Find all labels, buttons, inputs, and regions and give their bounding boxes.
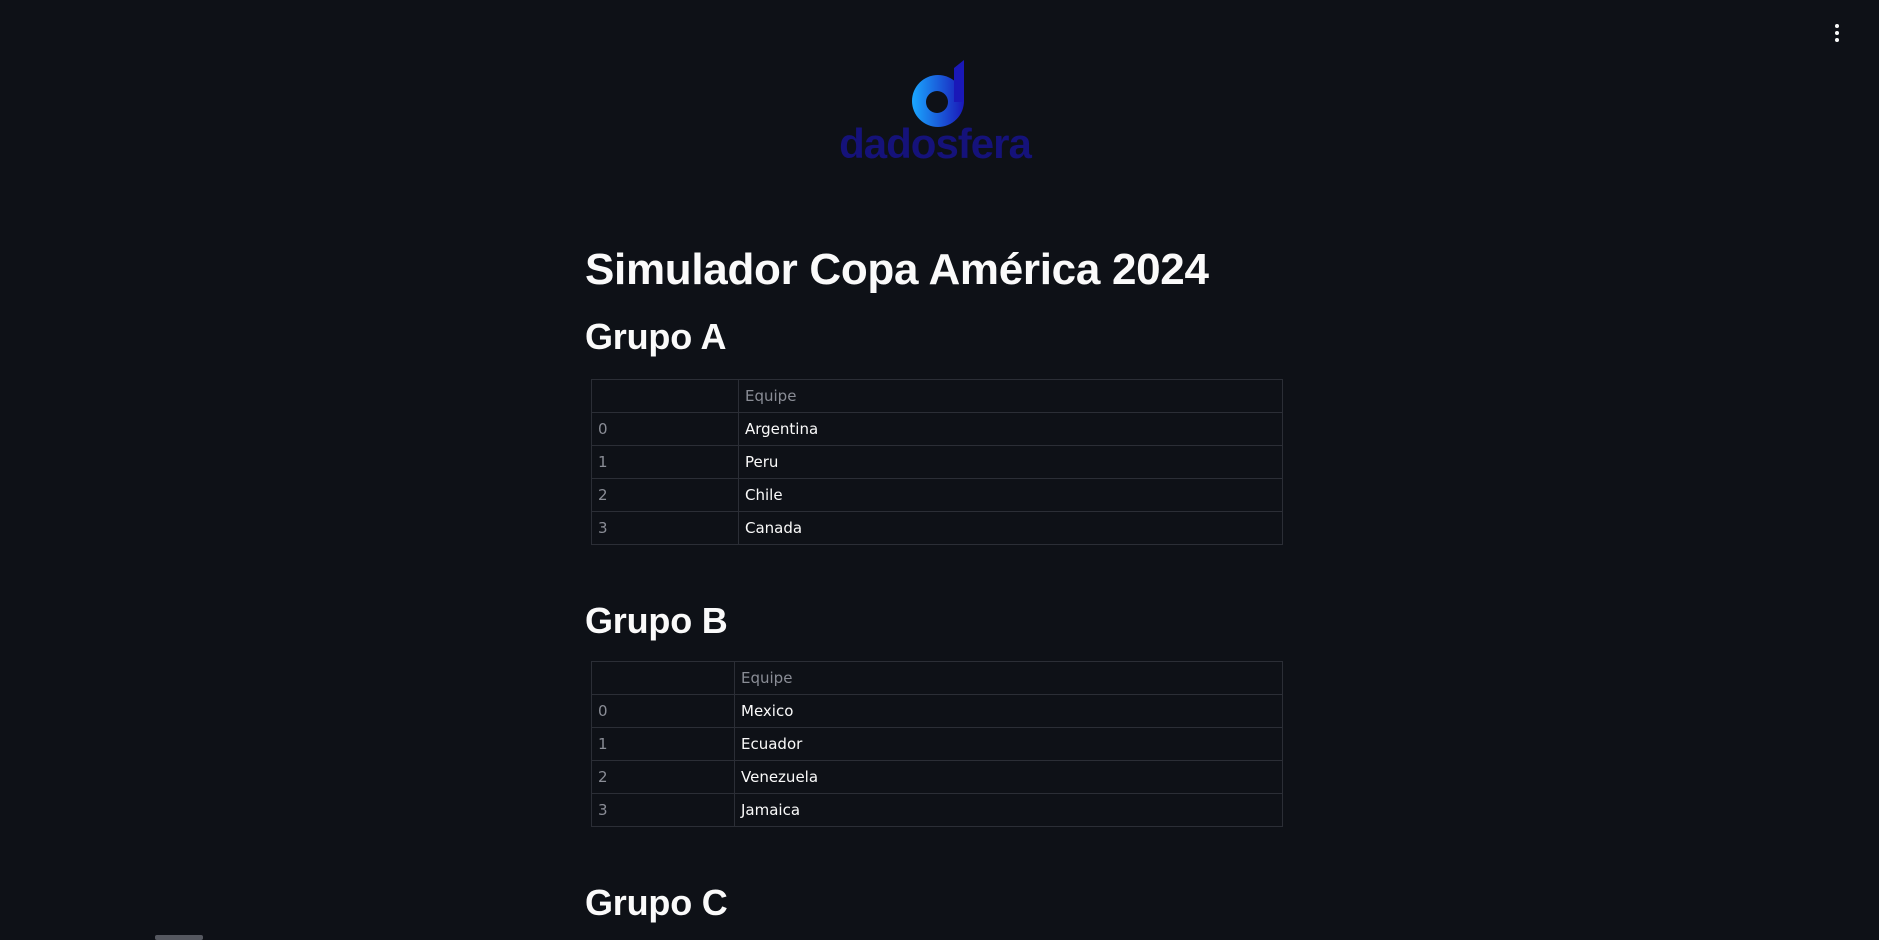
group-b-table[interactable]: Equipe 0 Mexico 1 Ecuador 2 Venezuela 3 … (591, 661, 1283, 827)
team-cell[interactable]: Canada (738, 511, 1283, 545)
column-header[interactable]: Equipe (738, 379, 1283, 413)
row-index: 2 (591, 760, 735, 794)
column-header[interactable]: Equipe (734, 661, 1283, 695)
team-cell[interactable]: Peru (738, 445, 1283, 479)
table-row[interactable]: 0 Argentina (591, 412, 1283, 446)
group-b-title: Grupo B (585, 600, 728, 641)
group-a-title: Grupo A (585, 316, 727, 357)
group-c-title: Grupo C (585, 882, 728, 923)
table-row[interactable]: 2 Venezuela (591, 760, 1283, 794)
table-header-row: Equipe (591, 379, 1283, 413)
row-index: 0 (591, 412, 739, 446)
horizontal-scrollbar[interactable] (155, 935, 203, 940)
row-index: 3 (591, 793, 735, 827)
team-cell[interactable]: Argentina (738, 412, 1283, 446)
table-header-row: Equipe (591, 661, 1283, 695)
group-a-table[interactable]: Equipe 0 Argentina 1 Peru 2 Chile 3 Cana… (591, 379, 1283, 545)
team-cell[interactable]: Mexico (734, 694, 1283, 728)
index-header (591, 379, 739, 413)
team-cell[interactable]: Jamaica (734, 793, 1283, 827)
table-row[interactable]: 2 Chile (591, 478, 1283, 512)
row-index: 1 (591, 727, 735, 761)
table-row[interactable]: 1 Peru (591, 445, 1283, 479)
table-row[interactable]: 3 Jamaica (591, 793, 1283, 827)
row-index: 1 (591, 445, 739, 479)
menu-dot-icon (1835, 31, 1839, 35)
table-row[interactable]: 3 Canada (591, 511, 1283, 545)
main-content: Simulador Copa América 2024 Grupo A Equi… (585, 240, 1285, 928)
menu-dot-icon (1835, 24, 1839, 28)
team-cell[interactable]: Chile (738, 478, 1283, 512)
row-index: 2 (591, 478, 739, 512)
index-header (591, 661, 735, 695)
team-cell[interactable]: Venezuela (734, 760, 1283, 794)
dadosfera-logo: dadosfera (830, 56, 1040, 164)
table-row[interactable]: 1 Ecuador (591, 727, 1283, 761)
menu-dot-icon (1835, 38, 1839, 42)
row-index: 0 (591, 694, 735, 728)
row-index: 3 (591, 511, 739, 545)
main-menu-button[interactable] (1827, 22, 1847, 44)
table-row[interactable]: 0 Mexico (591, 694, 1283, 728)
logo-text: dadosfera (839, 120, 1032, 164)
app-page: dadosfera Simulador Copa América 2024 Gr… (0, 0, 1879, 940)
team-cell[interactable]: Ecuador (734, 727, 1283, 761)
page-title: Simulador Copa América 2024 (585, 245, 1209, 294)
